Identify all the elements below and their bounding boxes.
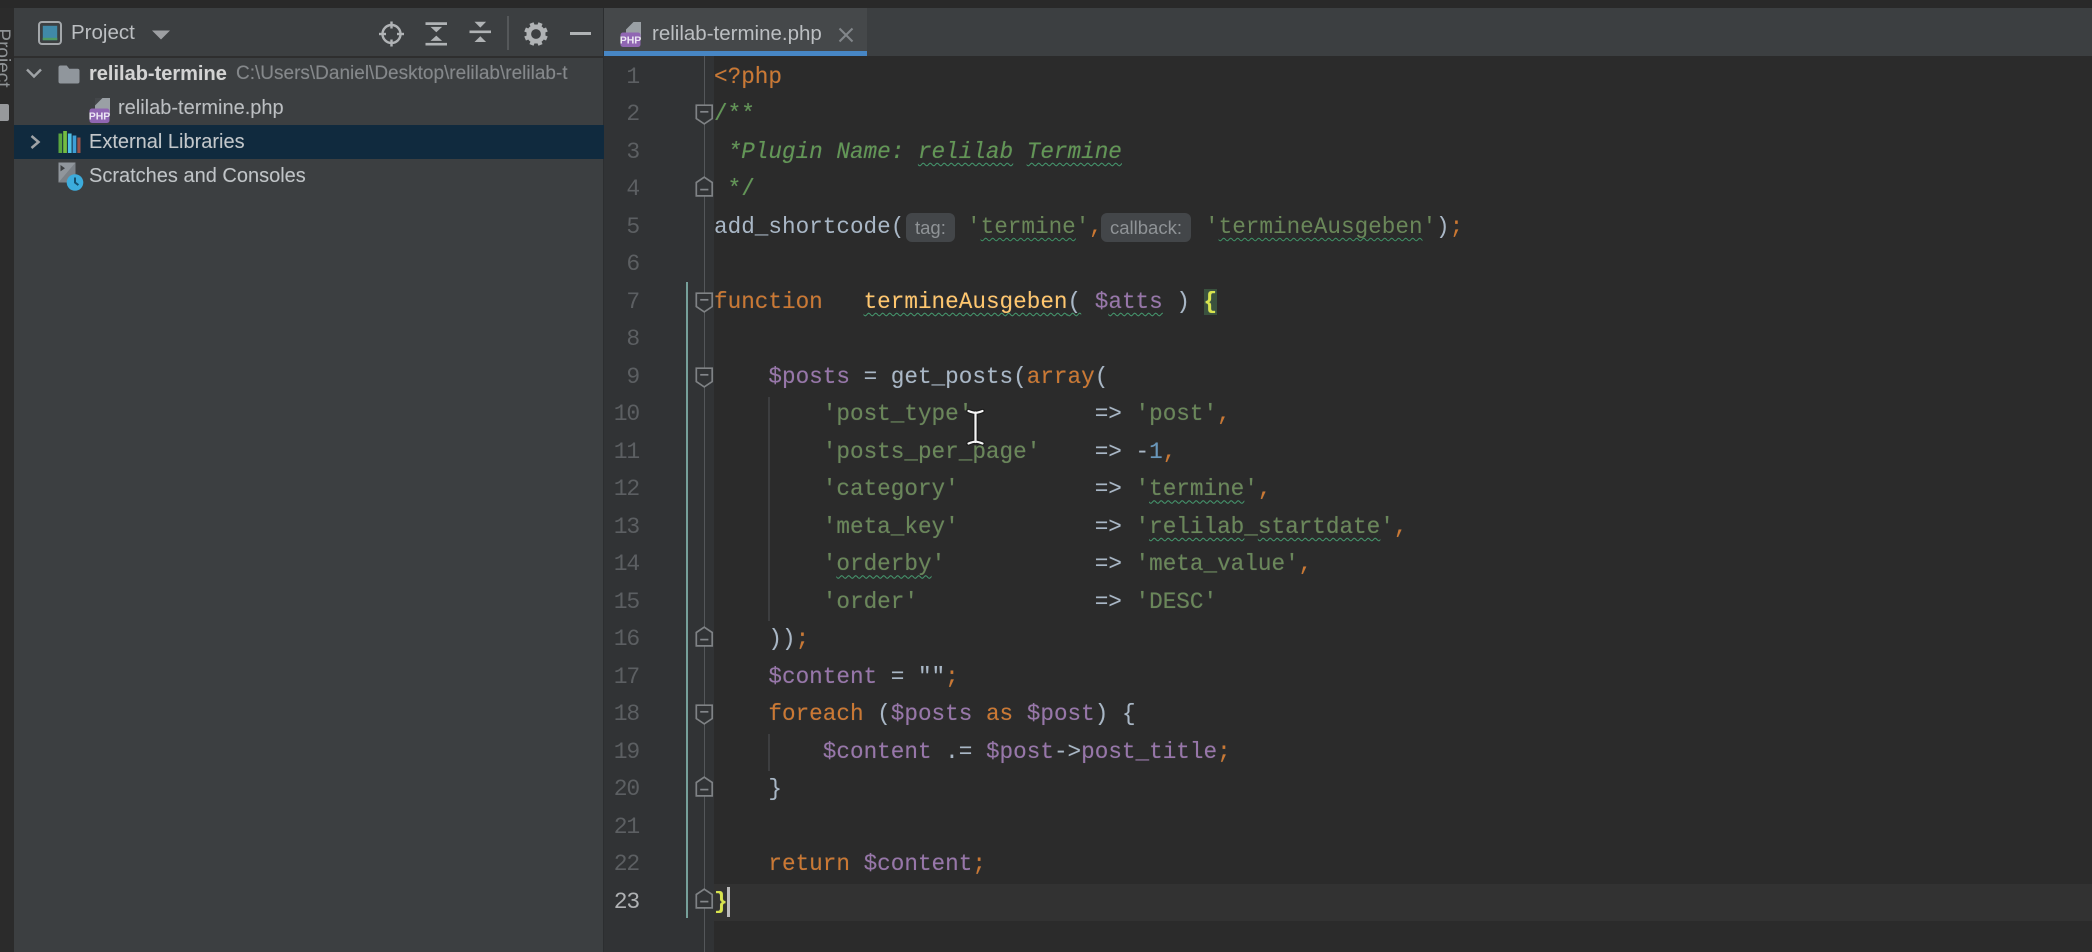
svg-text:PHP: PHP xyxy=(89,111,110,123)
svg-text:PHP: PHP xyxy=(620,35,641,47)
